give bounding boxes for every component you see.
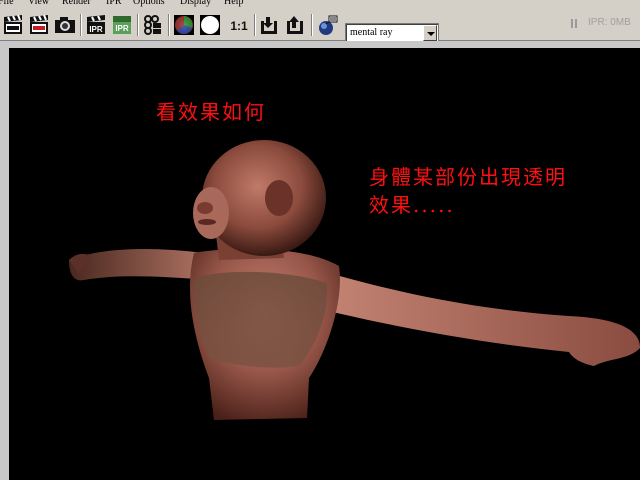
render-globals-icon[interactable]	[315, 13, 339, 37]
chevron-down-icon[interactable]	[423, 25, 437, 41]
menu-ipr[interactable]: IPR	[106, 0, 122, 8]
menu-render[interactable]: Render	[62, 0, 91, 8]
pause-icon[interactable]	[571, 19, 573, 28]
caption-transparency-line2: 效果.....	[369, 193, 455, 217]
toolbar: IPR IPR 1:1 mental ray	[0, 10, 640, 43]
rendered-character	[69, 140, 640, 420]
clapboard-red-icon[interactable]	[27, 13, 51, 37]
menu-file[interactable]: File	[0, 0, 14, 8]
renderer-select[interactable]: mental ray	[345, 23, 439, 43]
menu-bar: File View Render IPR Options Display Hel…	[0, 0, 640, 10]
clapboard-icon[interactable]	[1, 13, 25, 37]
menu-options[interactable]: Options	[133, 0, 165, 8]
caption-look: 看效果如何	[156, 100, 266, 124]
channels-icon[interactable]	[141, 13, 165, 37]
renderer-value: mental ray	[350, 27, 393, 38]
ipr-green-icon[interactable]: IPR	[110, 13, 134, 37]
svg-text:IPR: IPR	[115, 24, 129, 33]
one-to-one-icon[interactable]: 1:1	[226, 13, 252, 37]
keep-image-icon[interactable]	[257, 13, 281, 37]
menu-view[interactable]: View	[28, 0, 49, 8]
ipr-memory-status: IPR: 0MB	[588, 17, 631, 28]
svg-text:1:1: 1:1	[230, 19, 248, 33]
white-circle-icon[interactable]	[198, 13, 222, 37]
color-wheel-icon[interactable]	[172, 13, 196, 37]
svg-text:IPR: IPR	[89, 25, 103, 34]
render-viewport[interactable]: 看效果如何 身體某部份出現透明 效果.....	[9, 48, 640, 480]
camera-icon[interactable]	[53, 13, 77, 37]
menu-display[interactable]: Display	[180, 0, 211, 8]
remove-image-icon[interactable]	[283, 13, 307, 37]
caption-transparency-line1: 身體某部份出現透明	[369, 165, 567, 189]
menu-help[interactable]: Help	[224, 0, 243, 8]
ipr-clapboard-icon[interactable]: IPR	[84, 13, 108, 37]
